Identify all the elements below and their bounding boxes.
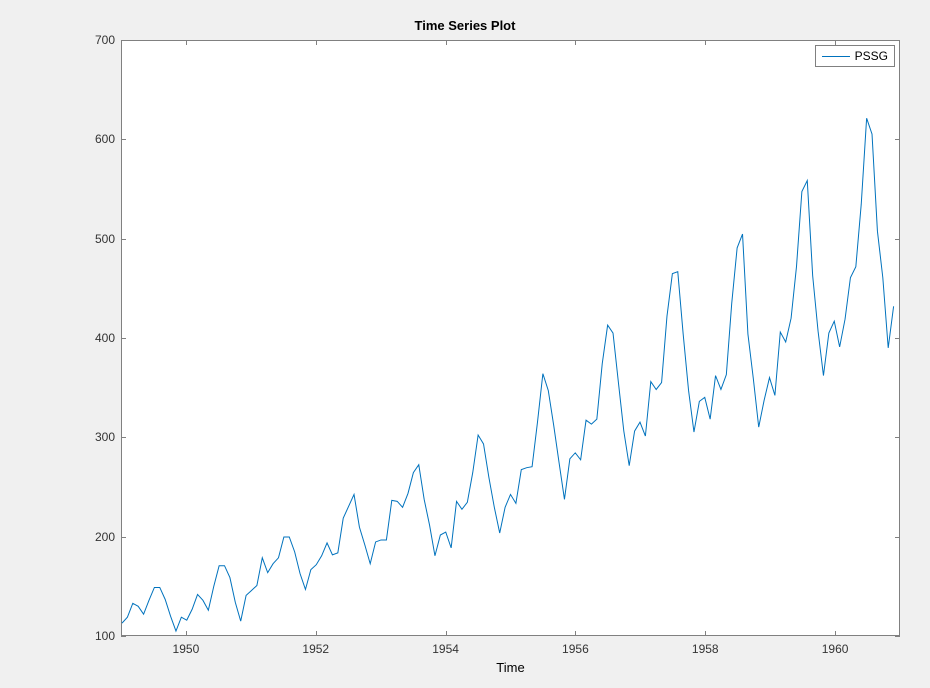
- x-tick-mark: [186, 40, 187, 45]
- x-tick-label: 1950: [173, 636, 200, 656]
- y-tick-label: 100: [65, 629, 121, 643]
- y-tick-label: 500: [65, 232, 121, 246]
- x-tick-mark: [446, 631, 447, 636]
- x-tick-mark: [316, 631, 317, 636]
- figure-window: Time Series Plot PSSG 100 200 300 400 500 600…: [0, 0, 930, 688]
- y-tick-mark: [895, 636, 900, 637]
- x-tick-mark: [705, 40, 706, 45]
- x-axis-label: Time: [121, 660, 900, 675]
- y-tick-mark: [121, 636, 126, 637]
- plot-canvas: [122, 41, 899, 635]
- x-tick-label: 1956: [562, 636, 589, 656]
- y-tick-label: 200: [65, 530, 121, 544]
- legend-box: PSSG: [815, 45, 895, 67]
- y-tick-mark: [895, 437, 900, 438]
- y-tick-mark: [121, 338, 126, 339]
- x-tick-label: 1952: [302, 636, 329, 656]
- x-tick-mark: [316, 40, 317, 45]
- y-tick-mark: [121, 239, 126, 240]
- chart-title: Time Series Plot: [0, 18, 930, 33]
- y-tick-mark: [121, 139, 126, 140]
- x-tick-mark: [835, 631, 836, 636]
- data-line: [122, 118, 894, 631]
- x-tick-mark: [575, 40, 576, 45]
- y-tick-mark: [895, 239, 900, 240]
- y-tick-label: 400: [65, 331, 121, 345]
- x-tick-label: 1958: [692, 636, 719, 656]
- y-tick-label: 600: [65, 132, 121, 146]
- y-tick-mark: [895, 537, 900, 538]
- legend-item: PSSG: [822, 48, 888, 64]
- x-tick-mark: [186, 631, 187, 636]
- y-tick-mark: [895, 338, 900, 339]
- x-tick-mark: [575, 631, 576, 636]
- x-tick-label: 1954: [432, 636, 459, 656]
- x-tick-label: 1960: [822, 636, 849, 656]
- y-tick-label: 700: [65, 33, 121, 47]
- legend-line-sample: [822, 56, 850, 57]
- y-tick-mark: [121, 40, 126, 41]
- y-tick-mark: [121, 437, 126, 438]
- x-tick-mark: [705, 631, 706, 636]
- axes-area: PSSG: [121, 40, 900, 636]
- y-tick-label: 300: [65, 430, 121, 444]
- x-tick-mark: [835, 40, 836, 45]
- y-tick-mark: [895, 139, 900, 140]
- y-tick-mark: [121, 537, 126, 538]
- y-tick-mark: [895, 40, 900, 41]
- x-tick-mark: [446, 40, 447, 45]
- legend-label: PSSG: [855, 49, 888, 63]
